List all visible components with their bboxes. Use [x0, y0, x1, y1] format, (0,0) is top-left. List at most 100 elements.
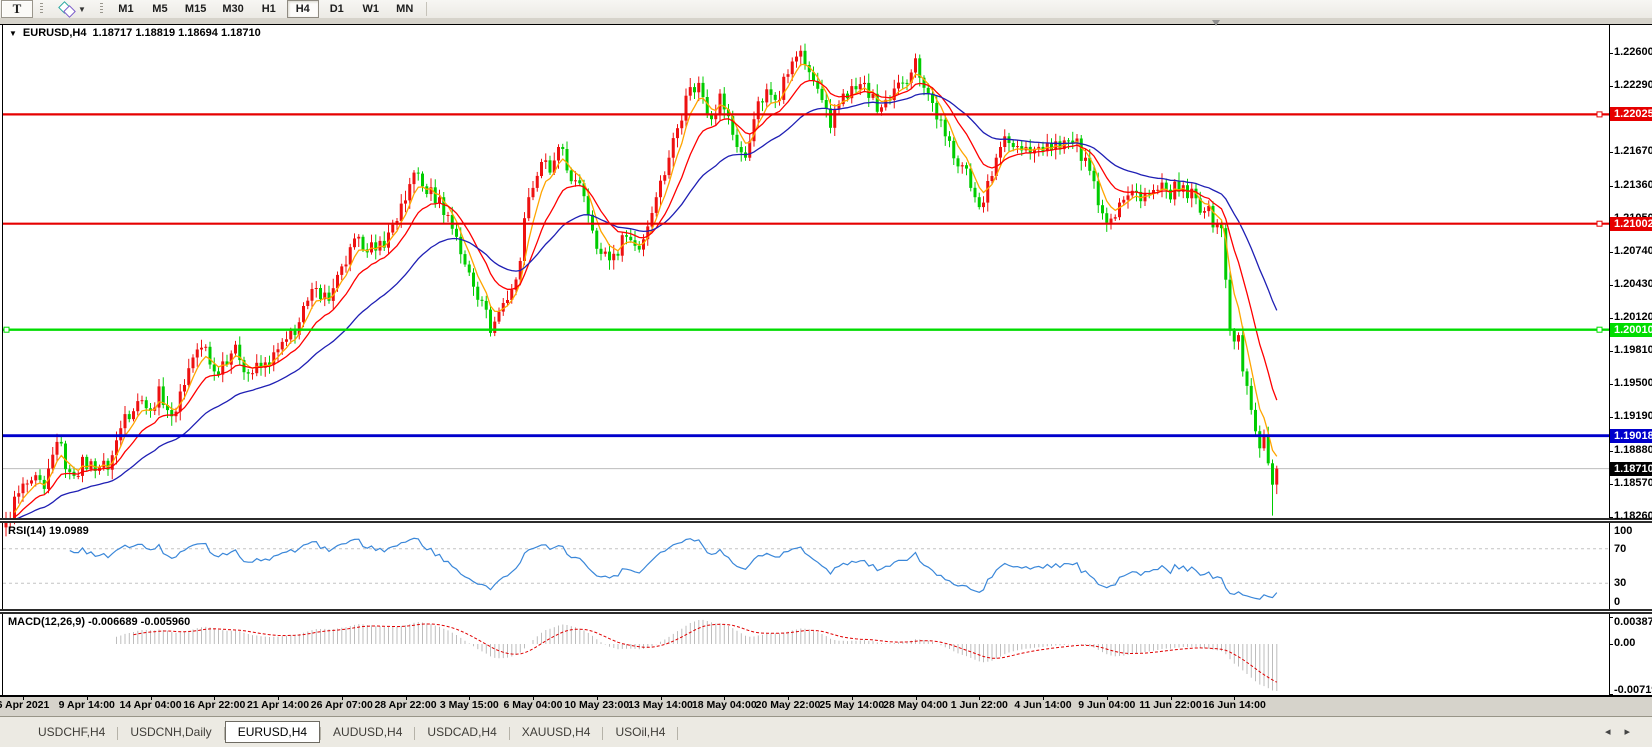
chart-objects-button[interactable]: ▼ [50, 0, 93, 18]
price-label-1.21002: 1.21002 [1610, 217, 1652, 231]
chart-ohlc-values: 1.18717 1.18819 1.18694 1.18710 [93, 27, 261, 39]
timeframe-button-W1[interactable]: W1 [355, 0, 387, 18]
price-tick [1609, 318, 1613, 319]
time-axis-label: 6 Apr 2021 [0, 699, 49, 711]
macd-tick [1609, 644, 1613, 645]
price-tick-label: 1.19810 [1614, 344, 1652, 356]
chart-tab-bar: USDCHF,H4USDCNH,DailyEURUSD,H4AUDUSD,H4U… [0, 716, 1652, 747]
toolbar: T ▼ M1M5M15M30H1H4D1W1MN [0, 0, 1652, 19]
price-tick-label: 1.18570 [1614, 477, 1652, 489]
rsi-scale-label: 100 [1614, 525, 1632, 537]
price-tick-label: 1.22600 [1614, 46, 1652, 58]
toolbar-grip-2[interactable] [100, 3, 103, 15]
timeframe-button-M15[interactable]: M15 [178, 0, 213, 18]
price-label-1.19018: 1.19018 [1610, 429, 1652, 443]
timeframe-toolbar: M1M5M15M30H1H4D1W1MN [109, 0, 422, 18]
price-tick-label: 1.20430 [1614, 278, 1652, 290]
collapse-triangle-icon[interactable]: ▼ [9, 29, 17, 38]
price-tick [1609, 351, 1613, 352]
price-label-1.22025: 1.22025 [1610, 107, 1652, 121]
price-tick-label: 1.18880 [1614, 444, 1652, 456]
time-axis-label: 11 Jun 22:00 [1139, 699, 1201, 711]
time-axis-label: 10 May 23:00 [564, 699, 629, 711]
price-tick [1609, 252, 1613, 253]
price-tick-label: 1.20740 [1614, 245, 1652, 257]
tab-scroll-right-button[interactable]: ▸ [1624, 726, 1644, 738]
price-tick-label: 1.19500 [1614, 377, 1652, 389]
time-axis-label: 16 Jun 14:00 [1203, 699, 1266, 711]
time-axis-label: 21 Apr 14:00 [247, 699, 309, 711]
time-axis-label: 25 May 14:00 [819, 699, 884, 711]
time-axis-label: 28 May 04:00 [883, 699, 948, 711]
price-tick [1609, 484, 1613, 485]
time-axis-label: 13 May 14:00 [628, 699, 693, 711]
timeframe-button-M5[interactable]: M5 [144, 0, 176, 18]
tab-separator [677, 727, 678, 740]
timeframe-button-M30[interactable]: M30 [215, 0, 250, 18]
chart-symbol-period: EURUSD,H4 [23, 27, 87, 39]
macd-tick [1609, 617, 1613, 618]
chart-tabs: USDCHF,H4USDCNH,DailyEURUSD,H4AUDUSD,H4U… [26, 721, 678, 743]
chart-tab-USOil-H4[interactable]: USOil,H4 [603, 722, 677, 742]
price-tick-label: 1.22290 [1614, 79, 1652, 91]
tab-scroll-left-button[interactable]: ◂ [1605, 726, 1625, 738]
price-axis-line [1609, 24, 1610, 695]
time-axis-label: 18 May 04:00 [692, 699, 757, 711]
chart-border-top [0, 24, 1652, 25]
rsi-scale-label: 30 [1614, 577, 1626, 589]
time-axis-label: 14 Apr 04:00 [119, 699, 181, 711]
panel-splitter-macd[interactable] [0, 609, 1652, 614]
chart-tab-USDCHF-H4[interactable]: USDCHF,H4 [26, 722, 117, 742]
time-axis-label: 4 Jun 14:00 [1014, 699, 1071, 711]
price-tick-label: 1.21360 [1614, 179, 1652, 191]
price-tick [1609, 384, 1613, 385]
timeframe-button-M1[interactable]: M1 [110, 0, 142, 18]
chart-border-left [2, 24, 3, 696]
terminal-window: T ▼ M1M5M15M30H1H4D1W1MN ▼ EURUSD,H4 1.1… [0, 0, 1652, 747]
price-tick [1609, 86, 1613, 87]
panel-splitter-rsi[interactable] [0, 518, 1652, 523]
chart-window[interactable] [0, 24, 1652, 697]
chart-tab-USDCNH-Daily[interactable]: USDCNH,Daily [118, 722, 223, 742]
price-tick-label: 1.19190 [1614, 410, 1652, 422]
macd-scale-label: 0.003873 [1614, 616, 1652, 628]
toolbar-grip[interactable] [40, 3, 43, 15]
chart-title: ▼ EURUSD,H4 1.18717 1.18819 1.18694 1.18… [9, 27, 261, 39]
time-axis-label: 20 May 22:00 [756, 699, 821, 711]
price-tick [1609, 417, 1613, 418]
text-tool-button[interactable]: T [1, 0, 33, 18]
chart-tab-USDCAD-H4[interactable]: USDCAD,H4 [415, 722, 508, 742]
price-label-1.20010: 1.20010 [1610, 323, 1652, 337]
timeframe-button-D1[interactable]: D1 [321, 0, 353, 18]
price-tick-label: 1.20120 [1614, 311, 1652, 323]
chart-shift-marker[interactable] [1212, 20, 1220, 26]
time-axis-label: 9 Jun 04:00 [1078, 699, 1135, 711]
time-axis-label: 16 Apr 22:00 [183, 699, 245, 711]
bid-price-label: 1.18710 [1610, 462, 1652, 476]
chart-border-bottom [0, 695, 1652, 697]
rsi-indicator-label: RSI(14) 19.0989 [8, 525, 89, 537]
time-axis-label: 9 Apr 14:00 [59, 699, 115, 711]
timeframe-button-H4[interactable]: H4 [287, 0, 319, 18]
price-tick-label: 1.18260 [1614, 510, 1652, 522]
time-axis-label: 6 May 04:00 [504, 699, 563, 711]
rsi-scale-label: 70 [1614, 543, 1626, 555]
macd-indicator-label: MACD(12,26,9) -0.006689 -0.005960 [8, 616, 190, 628]
chart-tab-XAUUSD-H4[interactable]: XAUUSD,H4 [510, 722, 603, 742]
timeframe-button-H1[interactable]: H1 [253, 0, 285, 18]
rsi-scale-label: 0 [1614, 596, 1620, 608]
time-axis-label: 1 Jun 22:00 [951, 699, 1008, 711]
price-tick [1609, 285, 1613, 286]
time-axis-label: 3 May 15:00 [440, 699, 499, 711]
macd-scale-label: 0.00 [1614, 637, 1635, 649]
chart-tab-AUDUSD-H4[interactable]: AUDUSD,H4 [321, 722, 414, 742]
time-axis-label: 26 Apr 07:00 [311, 699, 373, 711]
chart-tab-EURUSD-H4[interactable]: EURUSD,H4 [225, 721, 320, 743]
price-tick [1609, 186, 1613, 187]
macd-tick [1609, 694, 1613, 695]
timeframe-button-MN[interactable]: MN [389, 0, 421, 18]
price-tick [1609, 517, 1613, 518]
price-tick [1609, 451, 1613, 452]
objects-icon [59, 2, 75, 16]
chevron-down-icon: ▼ [78, 5, 86, 14]
